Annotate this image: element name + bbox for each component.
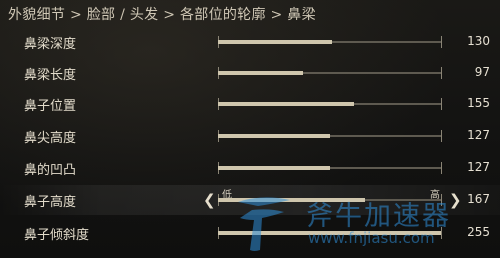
slider-track[interactable]	[218, 67, 442, 79]
slider-track[interactable]	[218, 36, 442, 48]
slider-fill	[218, 198, 365, 202]
slider-track[interactable]	[218, 98, 442, 110]
chevron-left-icon[interactable]: ❮	[203, 191, 216, 209]
slider-row-nose-position[interactable]: 鼻子位置 155	[0, 89, 500, 119]
slider-track[interactable]: 低 高	[218, 190, 442, 206]
slider-row-nose-bridge-length[interactable]: 鼻梁长度 97	[0, 58, 500, 88]
slider-value: 155	[467, 96, 490, 110]
slider-max-tick	[441, 36, 442, 48]
slider-fill	[218, 102, 355, 106]
slider-fill	[218, 134, 330, 138]
slider-value: 127	[467, 128, 490, 142]
slider-label: 鼻子高度	[24, 195, 77, 210]
slider-row-nose-convexity[interactable]: 鼻的凹凸 127	[0, 153, 500, 183]
slider-row-nose-tip-height[interactable]: 鼻尖高度 127	[0, 121, 500, 151]
slider-max-tick	[441, 67, 442, 79]
slider-fill	[218, 166, 330, 170]
slider-label: 鼻的凹凸	[24, 163, 77, 178]
breadcrumb: 外貌细节 > 脸部 / 头发 > 各部位的轮廓 > 鼻梁	[8, 7, 316, 23]
slider-max-tick	[441, 130, 442, 142]
slider-track[interactable]	[218, 227, 442, 239]
slider-max-tick	[441, 227, 442, 239]
slider-label: 鼻梁深度	[24, 37, 77, 52]
slider-value: 255	[467, 225, 490, 239]
slider-value: 167	[467, 192, 490, 206]
slider-value: 97	[474, 65, 490, 79]
slider-fill	[218, 40, 333, 44]
slider-track[interactable]	[218, 130, 442, 142]
slider-label: 鼻子倾斜度	[24, 228, 90, 243]
slider-row-nose-height[interactable]: 鼻子高度 ❮ 低 高 ❯ 167	[0, 185, 500, 215]
slider-max-tick	[441, 194, 442, 206]
slider-value: 127	[467, 160, 490, 174]
slider-fill	[218, 71, 304, 75]
slider-max-label: 高	[430, 190, 440, 201]
slider-row-nose-bridge-depth[interactable]: 鼻梁深度 130	[0, 27, 500, 57]
slider-row-nose-tilt[interactable]: 鼻子倾斜度 255	[0, 218, 500, 248]
slider-fill	[218, 231, 442, 235]
slider-track[interactable]	[218, 162, 442, 174]
slider-label: 鼻尖高度	[24, 131, 77, 146]
slider-max-tick	[441, 162, 442, 174]
slider-label: 鼻梁长度	[24, 68, 77, 83]
slider-label: 鼻子位置	[24, 99, 77, 114]
slider-value: 130	[467, 34, 490, 48]
slider-max-tick	[441, 98, 442, 110]
